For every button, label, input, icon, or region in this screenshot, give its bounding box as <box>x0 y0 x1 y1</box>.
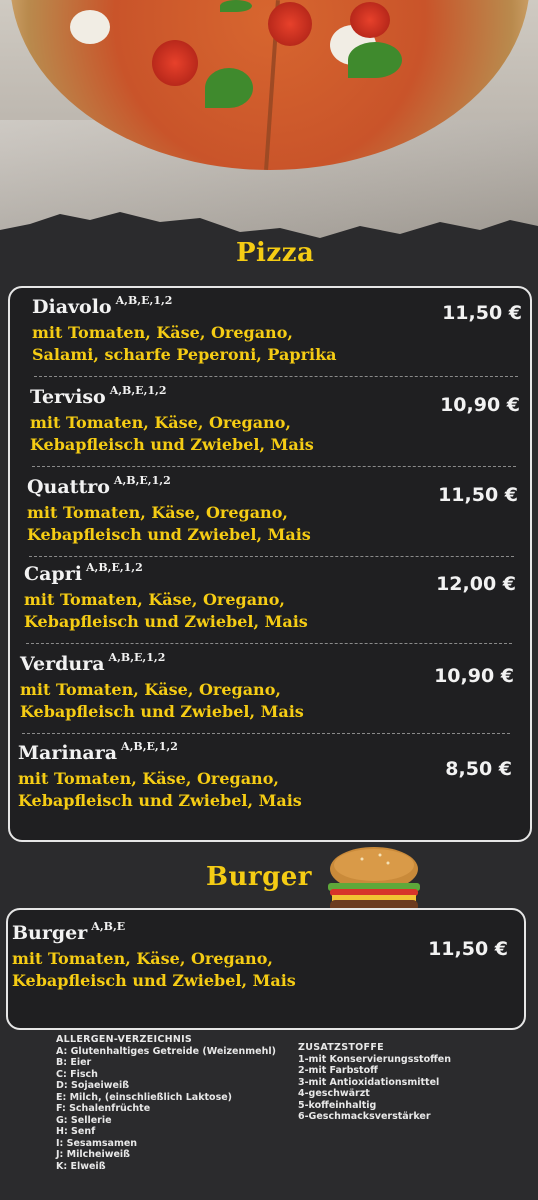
item-allergen-codes: A,B,E,1,2 <box>115 294 173 307</box>
item-price: 11,50 € <box>442 302 522 324</box>
item-description-line: Kebapfleisch und Zwiebel, Mais <box>20 702 304 721</box>
menu-item-name: Quattro A,B,E,1,2 <box>27 474 171 498</box>
item-description-line: mit Tomaten, Käse, Oregano, <box>30 413 291 432</box>
item-allergen-codes: A,B,E,1,2 <box>109 384 167 397</box>
additive-line: 5-koffeinhaltig <box>298 1099 377 1111</box>
item-description-line: Kebapfleisch und Zwiebel, Mais <box>27 525 311 544</box>
item-title: Terviso <box>30 386 106 408</box>
allergen-line: A: Glutenhaltiges Getreide (Weizenmehl) <box>56 1045 276 1057</box>
item-description-line: Kebapfleisch und Zwiebel, Mais <box>24 612 308 631</box>
item-allergen-codes: A,B,E,1,2 <box>85 561 143 574</box>
allergen-heading: ALLERGEN-VERZEICHNIS <box>56 1034 193 1045</box>
additives-heading: ZUSATZSTOFFE <box>298 1042 384 1053</box>
additive-line: 3-mit Antioxidationsmittel <box>298 1076 440 1088</box>
item-description-line: Salami, scharfe Peperoni, Paprika <box>32 345 337 364</box>
basil-topping <box>348 42 402 78</box>
item-price: 12,00 € <box>436 573 516 595</box>
item-title: Diavolo <box>32 296 112 318</box>
item-description-line: Kebapfleisch und Zwiebel, Mais <box>18 791 302 810</box>
item-price: 8,50 € <box>445 758 512 780</box>
item-description-line: mit Tomaten, Käse, Oregano, <box>20 680 281 699</box>
item-description-line: Kebapfleisch und Zwiebel, Mais <box>30 435 314 454</box>
item-allergen-codes: A,B,E <box>91 920 126 933</box>
pizza-section-title: Pizza <box>236 238 315 268</box>
item-price: 10,90 € <box>440 394 520 416</box>
allergen-line: D: Sojaeiweiß <box>56 1080 130 1091</box>
item-price: 10,90 € <box>434 665 514 687</box>
additive-line: 6-Geschmacksverstärker <box>298 1111 431 1122</box>
additive-line: 1-mit Konservierungsstoffen <box>298 1053 452 1065</box>
item-title: Burger <box>12 922 88 944</box>
menu-item-name: Burger A,B,E <box>12 920 126 944</box>
item-allergen-codes: A,B,E,1,2 <box>113 474 171 487</box>
item-description-line: mit Tomaten, Käse, Oregano, <box>24 590 285 609</box>
allergen-line: B: Eier <box>56 1057 92 1068</box>
menu-item-name: Terviso A,B,E,1,2 <box>30 384 167 408</box>
item-divider <box>32 466 516 467</box>
basil-topping <box>205 68 253 108</box>
allergen-line: E: Milch, (einschließlich Laktose) <box>56 1091 233 1103</box>
item-description-line: mit Tomaten, Käse, Oregano, <box>12 949 273 968</box>
item-title: Capri <box>24 563 82 585</box>
mozzarella-topping <box>70 10 110 44</box>
menu-item-name: Diavolo A,B,E,1,2 <box>32 294 173 318</box>
allergen-line: I: Sesamsamen <box>56 1137 138 1149</box>
item-divider <box>22 733 510 734</box>
allergen-line: K: Elweiß <box>56 1160 106 1172</box>
additives-list: ZUSATZSTOFFE 1-mit Konservierungsstoffen… <box>298 1042 451 1123</box>
tomato-topping <box>350 2 390 38</box>
additive-line: 2-mit Farbstoff <box>298 1065 378 1076</box>
item-description-line: Kebapfleisch und Zwiebel, Mais <box>12 971 296 990</box>
item-description-line: mit Tomaten, Käse, Oregano, <box>27 503 288 522</box>
additive-line: 4-geschwärzt <box>298 1088 370 1099</box>
item-divider <box>34 376 518 377</box>
tomato-topping <box>152 40 198 86</box>
allergen-list: ALLERGEN-VERZEICHNIS A: Glutenhaltiges G… <box>56 1034 276 1172</box>
menu-item-name: Marinara A,B,E,1,2 <box>18 740 178 764</box>
burger-section-title: Burger <box>206 862 312 892</box>
allergen-line: J: Milcheiweiß <box>56 1149 131 1160</box>
item-divider <box>26 643 512 644</box>
item-divider <box>29 556 514 557</box>
menu-item-name: Capri A,B,E,1,2 <box>24 561 143 585</box>
allergen-line: F: Schalenfrüchte <box>56 1103 151 1114</box>
menu-item-name: Verdura A,B,E,1,2 <box>20 651 166 675</box>
item-description-line: mit Tomaten, Käse, Oregano, <box>18 769 279 788</box>
item-allergen-codes: A,B,E,1,2 <box>108 651 166 664</box>
item-title: Marinara <box>18 742 118 764</box>
item-description-line: mit Tomaten, Käse, Oregano, <box>32 323 293 342</box>
allergen-line: H: Senf <box>56 1126 96 1137</box>
allergen-line: C: Fisch <box>56 1068 98 1080</box>
item-price: 11,50 € <box>428 938 508 960</box>
item-title: Quattro <box>27 476 110 498</box>
item-allergen-codes: A,B,E,1,2 <box>121 740 178 753</box>
item-price: 11,50 € <box>438 484 518 506</box>
item-title: Verdura <box>20 653 105 675</box>
allergen-line: G: Sellerie <box>56 1114 112 1126</box>
basil-topping <box>220 0 252 12</box>
tomato-topping <box>268 2 312 46</box>
